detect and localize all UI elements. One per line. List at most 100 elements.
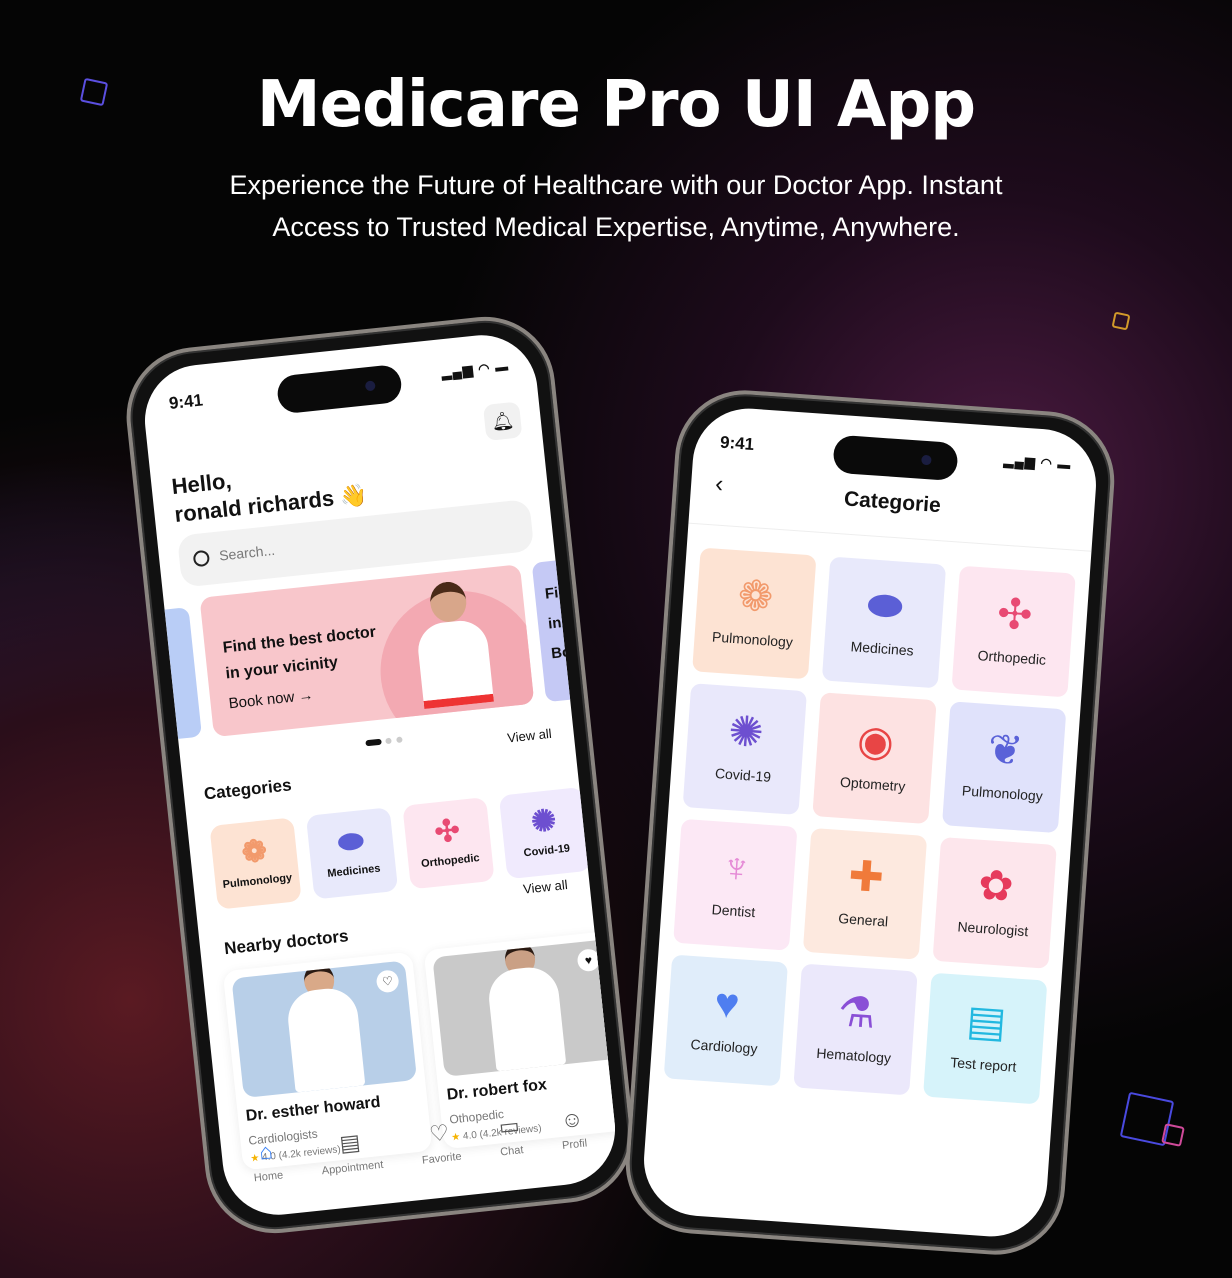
bell-icon: 🔔︎ xyxy=(490,410,516,433)
category-icon: ◉ xyxy=(855,715,896,766)
book-now-link[interactable]: Book now → xyxy=(228,687,314,713)
category-label: Hematology xyxy=(815,1044,892,1067)
categorie-screen: 9:41 ▂▄▆ ◠ ▬ ‹ Categorie ❁ Pulmonology ⬬ Me… xyxy=(640,404,1100,1241)
favorite-heart-icon[interactable]: ♡ xyxy=(375,969,400,994)
page-title: Categorie xyxy=(843,487,942,518)
nav-appointment[interactable]: ▤ Appointment xyxy=(318,1127,387,1210)
wave-icon: 👋 xyxy=(338,481,369,510)
category-icon: ❁ xyxy=(736,571,775,621)
category-tile[interactable]: ❁ Pulmonology xyxy=(692,547,817,680)
banner-doctor-photo xyxy=(411,578,494,715)
category-label: Orthopedic xyxy=(420,852,481,871)
category-label: General xyxy=(837,910,889,930)
category-icon: ♆ xyxy=(719,842,754,892)
category-tile[interactable]: ✺ Covid-19 xyxy=(682,683,807,815)
category-label: Dentist xyxy=(711,901,756,921)
category-icon: ▤ xyxy=(964,996,1008,1046)
status-time: 9:41 xyxy=(719,432,755,454)
subtitle-line: Experience the Future of Healthcare with… xyxy=(229,170,1003,200)
category-tile[interactable]: ◉ Optometry xyxy=(812,692,937,825)
category-icon: ✺ xyxy=(726,706,766,757)
favorite-heart-filled-icon[interactable]: ♥ xyxy=(576,948,601,973)
carousel-dots[interactable] xyxy=(365,730,404,752)
peek-text: Fi xyxy=(544,584,560,603)
promo-banner[interactable]: Find the best doctor in your vicinity Boo… xyxy=(199,564,535,738)
category-tile[interactable]: ✿ Neurologist xyxy=(932,836,1057,969)
home-icon: ⌂ xyxy=(257,1138,274,1165)
chat-icon: ▭ xyxy=(497,1112,521,1140)
category-icon: ✿ xyxy=(976,860,1016,911)
nav-label: Chat xyxy=(499,1144,525,1159)
greeting: Hello, ronald richards 👋 xyxy=(170,453,368,529)
category-grid: ❁ Pulmonology ⬬ Medicines ✣ Orthopedic ✺ Covid-… xyxy=(663,547,1076,1105)
category-icon: ♥ xyxy=(712,978,742,1028)
category-card[interactable]: ⬬ Medicines xyxy=(305,807,399,900)
category-icon: ✣ xyxy=(995,589,1035,639)
category-tile[interactable]: ▤ Test report xyxy=(923,972,1048,1105)
category-label: Covid-19 xyxy=(523,842,571,860)
banner-next[interactable]: Fi in Bo xyxy=(531,558,587,703)
status-icons: ▂▄▆ ◠ ▬ xyxy=(440,358,510,381)
categorie-phone: 9:41 ▂▄▆ ◠ ▬ ‹ Categorie ❁ Pulmonology ⬬ Me… xyxy=(621,385,1119,1260)
category-label: Test report xyxy=(949,1054,1017,1075)
peek-text: Bo xyxy=(550,643,573,663)
category-tile[interactable]: ♆ Dentist xyxy=(673,818,798,951)
hero-title: Medicare Pro UI App xyxy=(256,68,976,142)
doctor-photo: ♡ xyxy=(231,960,418,1098)
status-icons: ▂▄▆ ◠ ▬ xyxy=(1003,452,1072,473)
nav-favorite[interactable]: ♡ Favorite xyxy=(418,1119,466,1200)
category-label: Cardiology xyxy=(690,1036,758,1057)
category-icon: ⚗ xyxy=(836,987,878,1037)
subtitle-line: Access to Trusted Medical Expertise, Any… xyxy=(272,212,960,242)
peek-text: in xyxy=(547,614,563,633)
category-label: Pulmonology xyxy=(961,782,1044,804)
category-card[interactable]: ✺ Covid-19 xyxy=(498,786,592,880)
dynamic-island xyxy=(275,363,404,415)
category-tile[interactable]: ❦ Pulmonology xyxy=(941,701,1067,834)
category-card[interactable]: ✣ Orthopedic xyxy=(402,797,495,890)
dynamic-island xyxy=(832,434,959,482)
category-label: Medicines xyxy=(850,638,915,659)
banner-line: Find the best doctor xyxy=(221,623,377,657)
decor-square xyxy=(1161,1123,1185,1147)
header-divider xyxy=(688,522,1092,552)
notification-button[interactable]: 🔔︎ xyxy=(482,401,523,442)
category-tile[interactable]: ⚗ Hematology xyxy=(793,963,918,1096)
category-label: Optometry xyxy=(839,773,906,795)
nav-label: Profil xyxy=(561,1137,588,1152)
heart-icon: ♡ xyxy=(428,1119,451,1147)
book-now-label: Book now xyxy=(227,688,296,713)
category-label: Neurologist xyxy=(956,918,1029,940)
doctor-photo: ♥ xyxy=(432,939,618,1077)
lungs-icon: ❁ xyxy=(240,834,269,870)
category-icon: ❦ xyxy=(986,725,1025,775)
arrow-right-icon: → xyxy=(297,686,315,706)
decor-square xyxy=(1111,311,1131,331)
joint-icon: ✣ xyxy=(433,814,462,850)
category-tile[interactable]: ♥ Cardiology xyxy=(663,954,789,1087)
nav-label: Home xyxy=(253,1169,284,1185)
banner-text: Find the best doctor in your vicinity xyxy=(222,620,380,688)
category-tile[interactable]: ✚ General xyxy=(802,827,928,960)
banner-line: in your vicinity xyxy=(224,653,339,683)
nav-label: Favorite xyxy=(421,1150,463,1167)
clipboard-icon: ▤ xyxy=(338,1129,362,1157)
nav-label: Appointment xyxy=(321,1158,384,1178)
nav-home[interactable]: ⌂ Home xyxy=(250,1138,287,1218)
home-phone: 9:41 ▂▄▆ ◠ ▬ 🔔︎ Hello, ronald richards 👋 … xyxy=(119,309,641,1241)
category-card[interactable]: ❁ Pulmonology xyxy=(209,817,302,910)
category-label: Pulmonology xyxy=(711,628,794,651)
nav-chat[interactable]: ▭ Chat xyxy=(496,1112,527,1191)
search-icon xyxy=(192,549,211,568)
nav-profile[interactable]: ☺ Profil xyxy=(558,1106,591,1185)
categories-view-all[interactable]: View all xyxy=(506,726,552,746)
category-label: Orthopedic xyxy=(977,647,1047,668)
category-tile[interactable]: ✣ Orthopedic xyxy=(951,565,1076,698)
nearby-view-all[interactable]: View all xyxy=(522,877,568,897)
status-time: 9:41 xyxy=(168,390,204,413)
category-tile[interactable]: ⬬ Medicines xyxy=(821,556,947,689)
pills-icon: ⬬ xyxy=(336,824,366,860)
category-icon: ⬬ xyxy=(865,580,905,630)
virus-icon: ✺ xyxy=(529,803,558,840)
banner-prev[interactable] xyxy=(164,607,202,739)
